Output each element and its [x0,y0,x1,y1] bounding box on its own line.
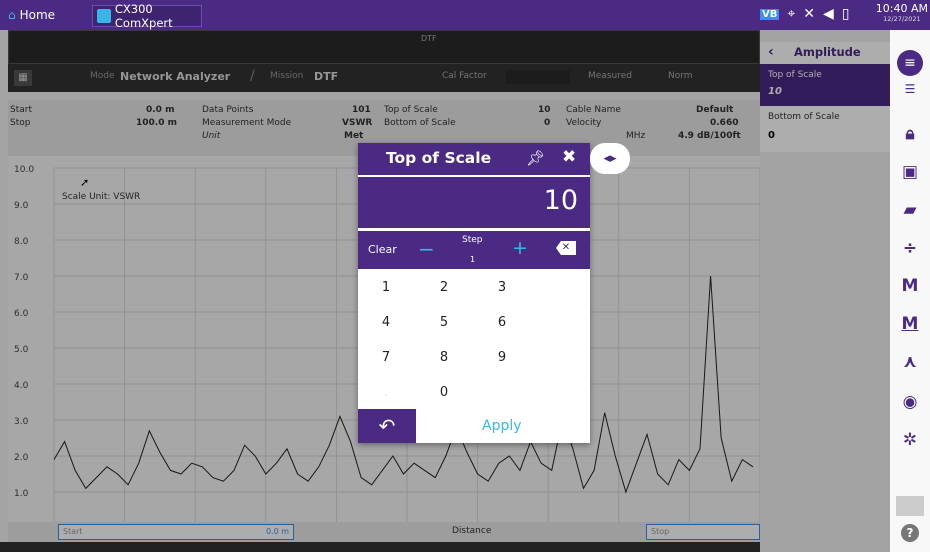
clock: 10:40 AM 12/27/2021 [875,2,928,24]
clock-time: 10:40 AM [875,2,928,15]
app-title: CX300 ComXpert [114,2,173,30]
tools-icon[interactable]: ✕ [803,6,815,22]
app-icon [97,9,111,23]
settings-icon[interactable]: ✲ [890,430,930,450]
step-minus-button[interactable]: − [418,237,435,261]
screenshot-icon[interactable]: ◉ [890,392,930,412]
apply-button[interactable]: Apply [482,418,522,434]
dialog-value: 10 [543,185,578,216]
marker-icon[interactable]: M [890,276,930,296]
dialog-value-display[interactable]: 10 [358,177,590,228]
mouse-cursor-icon: ➚ [80,176,90,189]
step-plus-button[interactable]: + [512,237,528,259]
home-label: Home [19,8,56,22]
pin-icon[interactable]: 📌︎ [526,149,545,167]
menu-icon[interactable]: ≡ [897,50,923,76]
dialog-title-bar: Top of Scale 📌︎ ✖ [358,143,590,176]
keypad-key[interactable]: 8 [424,350,464,372]
keypad-key[interactable]: 6 [482,315,522,337]
dialog-controls: Clear − Step 1 + ✕ [358,231,590,269]
step-value[interactable]: 1 [470,255,475,264]
peak-icon[interactable]: ⋏ [890,352,930,372]
keypad-key[interactable]: 5 [424,315,464,337]
top-of-scale-dialog: Top of Scale 📌︎ ✖ 10 Clear − Step 1 + ✕ … [358,143,590,443]
clock-date: 12/27/2021 [883,15,921,23]
backspace-icon[interactable]: ✕ [556,241,576,255]
keypad-key[interactable]: 2 [424,280,464,302]
folder-icon[interactable]: ▰ [890,200,930,220]
lock-icon[interactable]: 🔒︎ [890,124,930,144]
keypad-key[interactable]: 9 [482,350,522,372]
home-icon: ⌂ [8,8,16,22]
battery-icon: ▯ [841,6,850,22]
keypad-key[interactable]: 3 [482,280,522,302]
save-icon[interactable]: ▣ [890,162,930,182]
dialog-title: Top of Scale [386,149,492,167]
undo-back-button[interactable]: ↶ [358,409,416,443]
keypad-key[interactable]: . [366,385,406,407]
help-icon[interactable]: ? [901,524,919,542]
disabled-rail-button [896,496,924,516]
split-icon[interactable]: ÷ [890,238,930,258]
keypad-key[interactable]: 4 [366,315,406,337]
satellite-icon[interactable]: ⌖ [787,6,795,22]
app-tab[interactable]: CX300 ComXpert [92,2,202,30]
close-icon[interactable]: ✖ [562,147,576,167]
system-top-bar: ⌂ Home CX300 ComXpert VB ⌖ ✕ ◀ ▯ 10:40 A… [0,0,930,30]
file-menu-icon[interactable]: ☰ [890,82,930,96]
clear-button[interactable]: Clear [368,243,397,256]
status-badge[interactable]: VB [760,8,780,20]
system-status-icons: VB ⌖ ✕ ◀ ▯ [760,6,850,22]
speaker-icon[interactable]: ◀ [823,6,834,22]
icon-rail: ≡ ☰ 🔒︎ ▣ ▰ ÷ M M ⋏ ◉ ✲ ? [890,30,930,552]
keypad-key[interactable]: 1 [366,280,406,302]
home-button[interactable]: ⌂ Home [8,6,55,24]
keypad-key[interactable]: 0 [424,385,464,407]
step-label: Step [462,235,483,245]
dock-toggle-icon[interactable]: ◂▸ [590,143,630,174]
marker-table-icon[interactable]: M [890,314,930,334]
keypad-key[interactable]: 7 [366,350,406,372]
